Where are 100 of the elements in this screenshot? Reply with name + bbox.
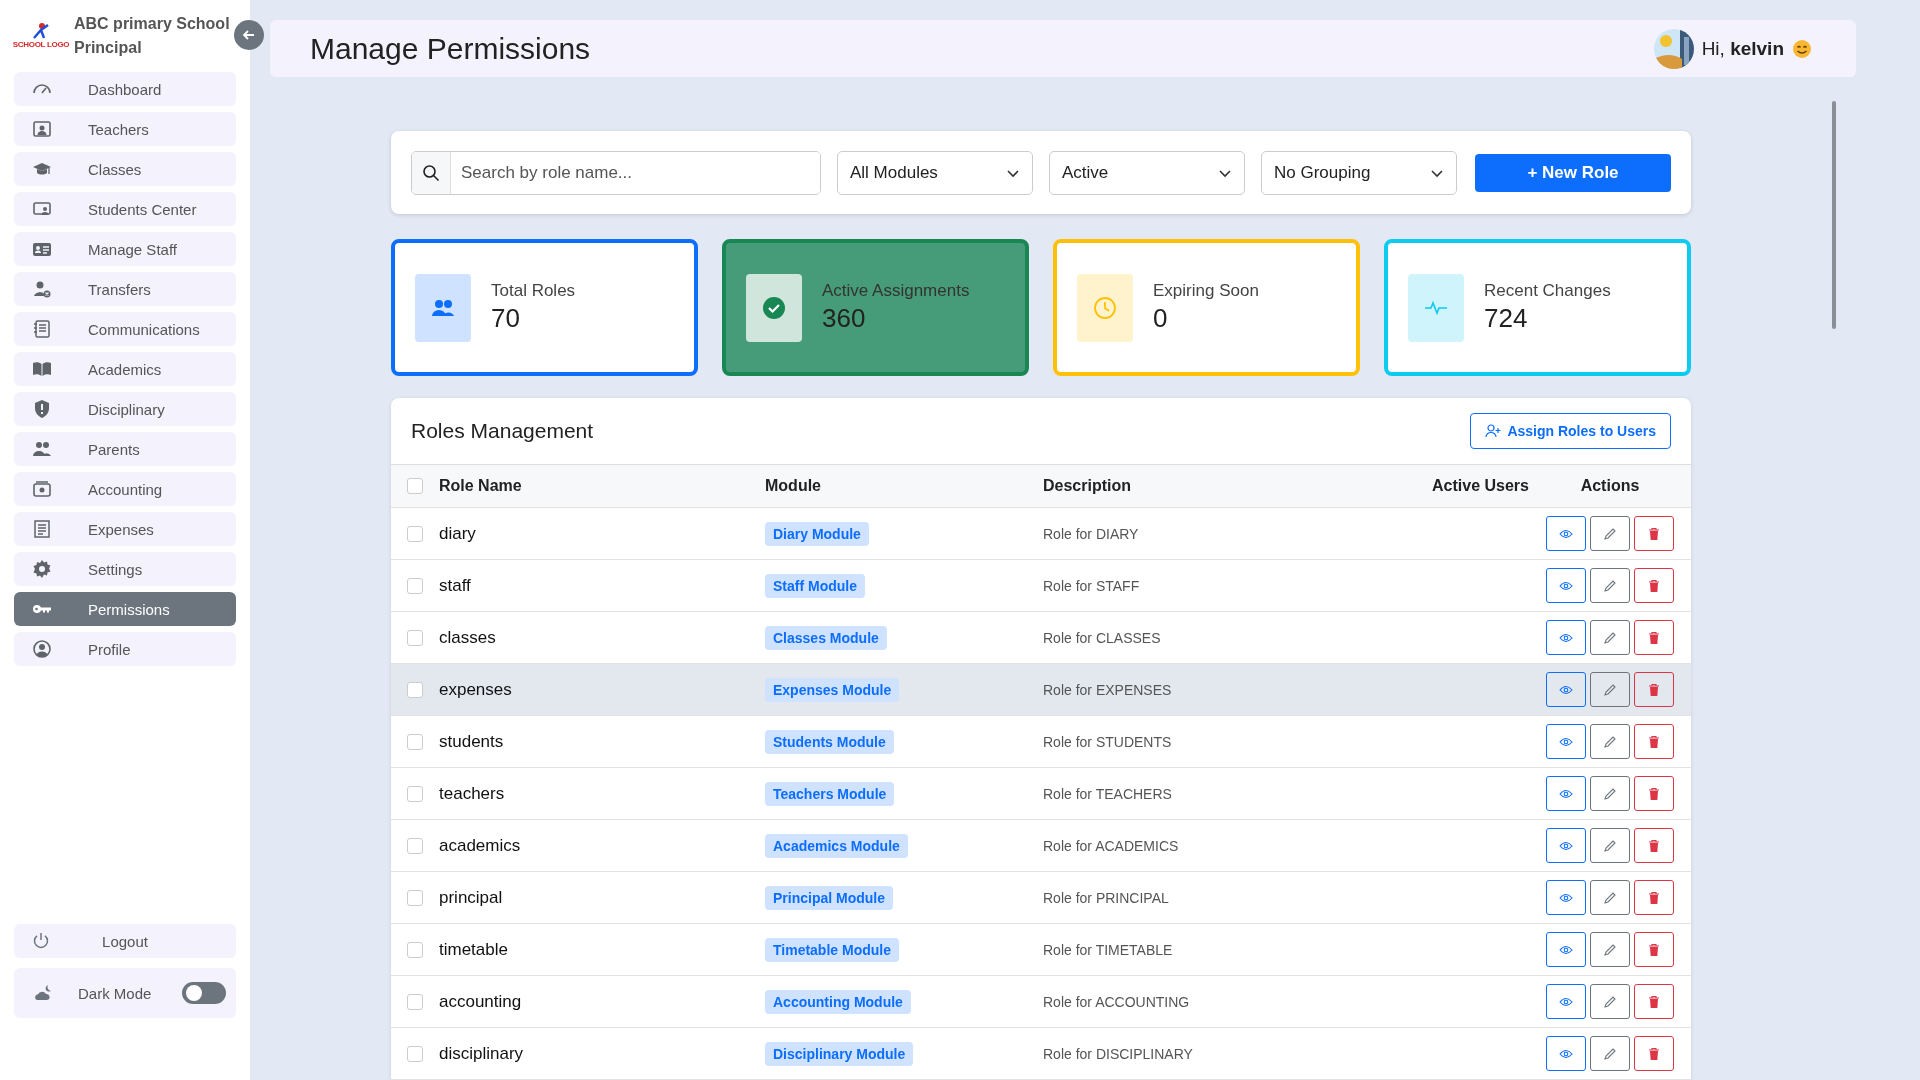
module-dropdown[interactable]: All Modules	[837, 150, 1033, 195]
delete-button[interactable]	[1634, 1036, 1674, 1071]
sidebar-item[interactable]: Profile	[14, 632, 236, 666]
view-button[interactable]	[1546, 880, 1586, 915]
delete-button[interactable]	[1634, 880, 1674, 915]
row-checkbox[interactable]	[407, 941, 423, 958]
role-description: Role for DIARY	[1043, 525, 1139, 542]
dark-mode-toggle[interactable]	[182, 982, 226, 1004]
sidebar-item[interactable]: Settings	[14, 552, 236, 586]
trash-icon	[1648, 526, 1660, 541]
view-button[interactable]	[1546, 568, 1586, 603]
assign-roles-button[interactable]: Assign Roles to Users	[1470, 413, 1671, 449]
status-dropdown[interactable]: Active	[1049, 150, 1245, 195]
view-button[interactable]	[1546, 672, 1586, 707]
clock-icon	[1092, 294, 1118, 321]
edit-button[interactable]	[1590, 620, 1630, 655]
row-checkbox[interactable]	[407, 1045, 423, 1062]
delete-button[interactable]	[1634, 932, 1674, 967]
sidebar-item[interactable]: Academics	[14, 352, 236, 386]
sidebar-item[interactable]: Teachers	[14, 112, 236, 146]
edit-button[interactable]	[1590, 880, 1630, 915]
table-row[interactable]: students Students Module Role for STUDENTS	[391, 716, 1691, 768]
edit-button[interactable]	[1590, 984, 1630, 1019]
sidebar-item[interactable]: Accounting	[14, 472, 236, 506]
table-row[interactable]: teachers Teachers Module Role for TEACHERS	[391, 768, 1691, 820]
module-tag: Disciplinary Module	[765, 1041, 914, 1066]
edit-button[interactable]	[1590, 828, 1630, 863]
edit-button[interactable]	[1590, 724, 1630, 759]
collapse-button[interactable]	[234, 20, 264, 50]
row-checkbox[interactable]	[407, 733, 423, 750]
trash-icon	[1648, 1046, 1660, 1061]
role-name: disciplinary	[439, 1043, 524, 1063]
sidebar-item[interactable]: Students Center	[14, 192, 236, 226]
table-row[interactable]: timetable Timetable Module Role for TIMETABLE	[391, 924, 1691, 976]
scrollbar[interactable]	[1832, 101, 1836, 329]
table-row[interactable]: expenses Expenses Module Role for EXPENSES	[391, 664, 1691, 716]
pencil-icon	[1603, 630, 1617, 645]
view-button[interactable]	[1546, 620, 1586, 655]
view-button[interactable]	[1546, 932, 1586, 967]
role-description: Role for EXPENSES	[1043, 681, 1172, 698]
view-button[interactable]	[1546, 724, 1586, 759]
row-checkbox[interactable]	[407, 785, 423, 802]
view-button[interactable]	[1546, 984, 1586, 1019]
grouping-dropdown[interactable]: No Grouping	[1261, 150, 1457, 195]
edit-button[interactable]	[1590, 1036, 1630, 1071]
column-header: Role Name	[439, 477, 523, 495]
delete-button[interactable]	[1634, 516, 1674, 551]
sidebar-item[interactable]: Manage Staff	[14, 232, 236, 266]
trash-icon	[1648, 838, 1660, 853]
sidebar-item[interactable]: Communications	[14, 312, 236, 346]
edit-button[interactable]	[1590, 932, 1630, 967]
logout-button[interactable]: Logout	[14, 924, 236, 958]
delete-button[interactable]	[1634, 672, 1674, 707]
view-button[interactable]	[1546, 516, 1586, 551]
view-button[interactable]	[1546, 776, 1586, 811]
sidebar-item[interactable]: Classes	[14, 152, 236, 186]
table-row[interactable]: disciplinary Disciplinary Module Role for DISCIPLINARY	[391, 1028, 1691, 1080]
edit-button[interactable]	[1590, 568, 1630, 603]
table-row[interactable]: accounting Accounting Module Role for ACCOUNTING	[391, 976, 1691, 1028]
new-role-button[interactable]: + New Role	[1475, 153, 1671, 192]
person-board-icon	[32, 119, 52, 139]
edit-button[interactable]	[1590, 516, 1630, 551]
view-button[interactable]	[1546, 1036, 1586, 1071]
sidebar-item[interactable]: Permissions	[14, 592, 236, 626]
table-row[interactable]: academics Academics Module Role for ACADEMICS	[391, 820, 1691, 872]
module-tag: Students Module	[765, 729, 894, 754]
table-row[interactable]: staff Staff Module Role for STAFF	[391, 560, 1691, 612]
sidebar-item[interactable]: Parents	[14, 432, 236, 466]
delete-button[interactable]	[1634, 776, 1674, 811]
edit-button[interactable]	[1590, 672, 1630, 707]
pencil-icon	[1603, 890, 1617, 905]
row-checkbox[interactable]	[407, 837, 423, 854]
row-checkbox[interactable]	[407, 629, 423, 646]
view-button[interactable]	[1546, 828, 1586, 863]
row-checkbox[interactable]	[407, 577, 423, 594]
table-row[interactable]: diary Diary Module Role for DIARY	[391, 508, 1691, 560]
sidebar-item[interactable]: Transfers	[14, 272, 236, 306]
row-checkbox[interactable]	[407, 993, 423, 1010]
delete-button[interactable]	[1634, 984, 1674, 1019]
eye-icon	[1559, 996, 1573, 1007]
row-checkbox[interactable]	[407, 525, 423, 542]
edit-button[interactable]	[1590, 776, 1630, 811]
pencil-icon	[1603, 526, 1617, 541]
row-checkbox[interactable]	[407, 681, 423, 698]
sidebar-item[interactable]: Expenses	[14, 512, 236, 546]
delete-button[interactable]	[1634, 568, 1674, 603]
row-checkbox[interactable]	[407, 889, 423, 906]
role-name: classes	[439, 627, 496, 647]
delete-button[interactable]	[1634, 620, 1674, 655]
sidebar-item[interactable]: Disciplinary	[14, 392, 236, 426]
delete-button[interactable]	[1634, 828, 1674, 863]
select-all-checkbox[interactable]	[407, 478, 423, 494]
delete-button[interactable]	[1634, 724, 1674, 759]
dark-mode-label: Dark Mode	[78, 984, 153, 1002]
role-name: academics	[439, 835, 521, 855]
role-description: Role for STAFF	[1043, 577, 1140, 594]
search-field[interactable]: Search by role name...	[411, 150, 821, 195]
sidebar-item[interactable]: Dashboard	[14, 72, 236, 106]
table-row[interactable]: principal Principal Module Role for PRINCIPAL	[391, 872, 1691, 924]
stat-label: Total Roles	[491, 281, 576, 301]
